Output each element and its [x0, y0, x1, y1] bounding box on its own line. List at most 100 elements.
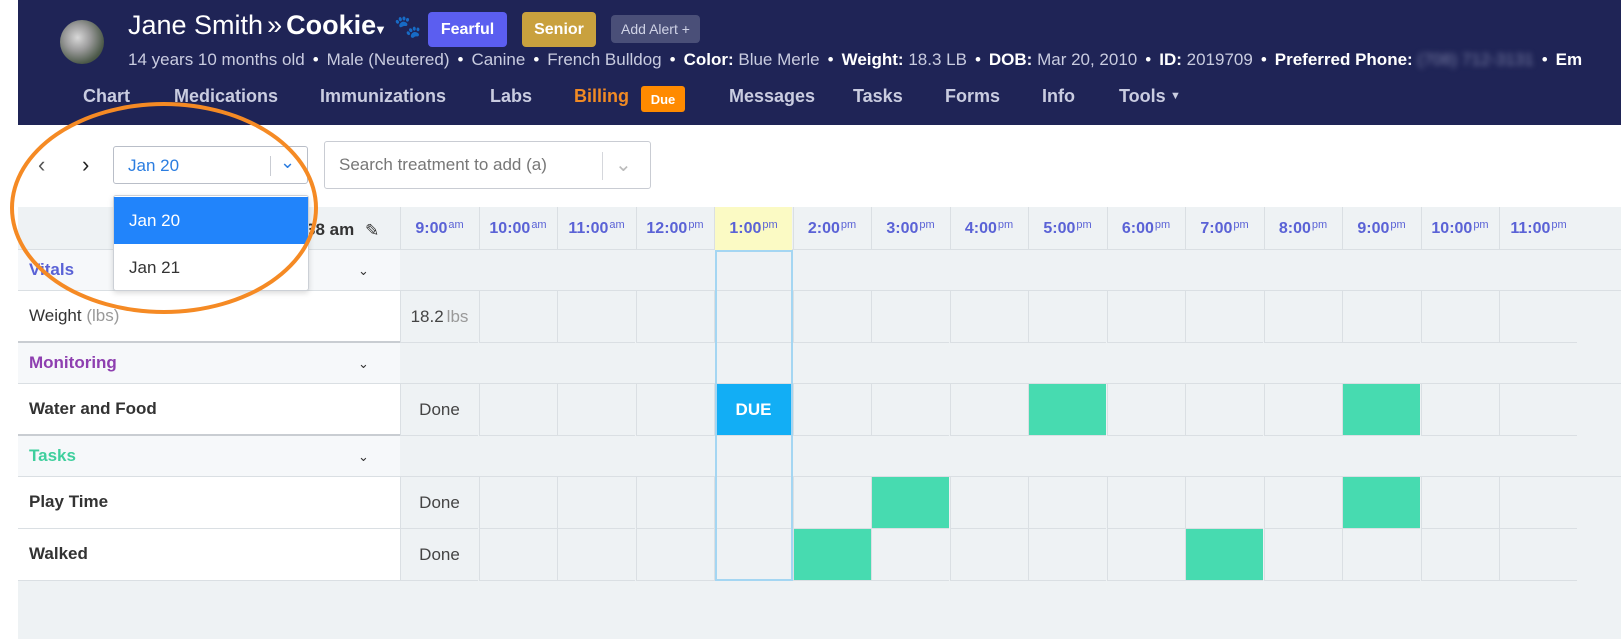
grid-cell[interactable]: [478, 291, 557, 343]
grid-cell[interactable]: [1106, 384, 1185, 436]
date-option-jan-21[interactable]: Jan 21: [114, 244, 308, 291]
grid-cell[interactable]: [1499, 291, 1577, 343]
done-cell[interactable]: Done: [400, 529, 478, 581]
pet-menu-chevron-down-icon[interactable]: ▼: [374, 22, 387, 37]
grid-cell[interactable]: [635, 291, 714, 343]
tools-chevron-down-icon[interactable]: ▼: [1170, 90, 1181, 102]
group-row-monitoring[interactable]: Monitoring ⌄: [18, 343, 400, 384]
grid-cell[interactable]: [1028, 477, 1106, 529]
chevron-down-icon[interactable]: ⌄: [280, 152, 295, 173]
edit-pencil-icon[interactable]: ✎: [365, 221, 379, 241]
grid-cell[interactable]: [792, 529, 871, 581]
date-option-jan-20[interactable]: Jan 20: [114, 197, 308, 244]
grid-cell[interactable]: [949, 477, 1028, 529]
grid-cell[interactable]: [1342, 384, 1420, 436]
row-walked[interactable]: Walked: [18, 529, 400, 581]
pet-name[interactable]: Cookie: [286, 10, 376, 40]
weight-value: 18.2: [410, 306, 444, 326]
grid-cell[interactable]: [1420, 477, 1499, 529]
grid-cell[interactable]: [557, 291, 635, 343]
grid-cell[interactable]: [871, 291, 949, 343]
add-alert-button[interactable]: Add Alert +: [611, 15, 700, 43]
grid-cell[interactable]: [714, 291, 792, 343]
grid-cell[interactable]: [1499, 529, 1577, 581]
grid-cell[interactable]: [478, 529, 557, 581]
grid-cell[interactable]: [1185, 477, 1263, 529]
grid-cell[interactable]: [1106, 291, 1185, 343]
grid-cell[interactable]: [714, 529, 792, 581]
grid-cell[interactable]: [1499, 477, 1577, 529]
grid-cell[interactable]: [1263, 291, 1342, 343]
grid-cell[interactable]: [1185, 384, 1263, 436]
tab-tools[interactable]: Tools: [1119, 86, 1166, 107]
due-cell[interactable]: DUE: [714, 384, 792, 436]
row-play-time[interactable]: Play Time: [18, 477, 400, 529]
grid-cell[interactable]: [557, 384, 635, 436]
grid-cell[interactable]: [1185, 291, 1263, 343]
grid-cell[interactable]: [1263, 477, 1342, 529]
grid-cell[interactable]: [1185, 529, 1263, 581]
tab-info[interactable]: Info: [1042, 86, 1075, 107]
grid-cell[interactable]: [1028, 291, 1106, 343]
grid-cell[interactable]: [635, 529, 714, 581]
fearful-badge[interactable]: Fearful: [428, 12, 507, 47]
paw-icon[interactable]: 🐾: [394, 14, 421, 40]
tab-tasks[interactable]: Tasks: [853, 86, 903, 107]
tab-immunizations[interactable]: Immunizations: [320, 86, 446, 107]
done-cell[interactable]: Done: [400, 477, 478, 529]
row-water-food[interactable]: Water and Food: [18, 384, 400, 436]
tab-messages[interactable]: Messages: [729, 86, 815, 107]
grid-cell[interactable]: [478, 477, 557, 529]
tab-labs[interactable]: Labs: [490, 86, 532, 107]
grid-cell[interactable]: [1342, 529, 1420, 581]
grid-cell[interactable]: [1263, 384, 1342, 436]
grid-cell[interactable]: [1028, 384, 1106, 436]
grid-cell[interactable]: [1263, 529, 1342, 581]
group-row-tasks[interactable]: Tasks ⌄: [18, 436, 400, 477]
grid-cell[interactable]: [792, 291, 871, 343]
grid-cell[interactable]: [871, 384, 949, 436]
grid-cell[interactable]: [1342, 477, 1420, 529]
time-hour: 9:00: [415, 219, 448, 237]
grid-cell[interactable]: [871, 477, 949, 529]
grid-cell[interactable]: [635, 384, 714, 436]
grid-cell[interactable]: [1106, 477, 1185, 529]
grid-cell[interactable]: [1106, 529, 1185, 581]
grid-cell[interactable]: [949, 529, 1028, 581]
tab-chart[interactable]: Chart: [83, 86, 130, 107]
grid-cell[interactable]: [1420, 529, 1499, 581]
grid-cell[interactable]: [1420, 384, 1499, 436]
monitoring-chevron-down-icon[interactable]: ⌄: [358, 356, 369, 372]
treatment-search-input[interactable]: Search treatment to add (a) ⌄: [324, 141, 651, 189]
grid-cell[interactable]: [1028, 529, 1106, 581]
grid-cell[interactable]: [792, 384, 871, 436]
time-hour: 5:00: [1043, 219, 1076, 237]
grid-cell[interactable]: [557, 477, 635, 529]
owner-name[interactable]: Jane Smith: [128, 10, 263, 40]
grid-cell[interactable]: [792, 477, 871, 529]
row-weight[interactable]: Weight (lbs): [18, 291, 400, 343]
grid-cell[interactable]: [714, 477, 792, 529]
grid-cell[interactable]: [949, 291, 1028, 343]
grid-cell[interactable]: [635, 477, 714, 529]
weight-value-cell[interactable]: 18.2 lbs: [400, 291, 478, 343]
grid-cell[interactable]: [1420, 291, 1499, 343]
vitals-chevron-down-icon[interactable]: ⌄: [358, 263, 369, 279]
next-day-chevron-right-icon[interactable]: ›: [82, 152, 89, 178]
grid-cell[interactable]: [1499, 384, 1577, 436]
pet-avatar[interactable]: [60, 20, 104, 64]
grid-cell[interactable]: [949, 384, 1028, 436]
senior-badge[interactable]: Senior: [522, 12, 596, 47]
tab-billing[interactable]: Billing: [574, 86, 629, 107]
done-cell[interactable]: Done: [400, 384, 478, 436]
tab-forms[interactable]: Forms: [945, 86, 1000, 107]
grid-cell[interactable]: [1342, 291, 1420, 343]
grid-cell[interactable]: [478, 384, 557, 436]
previous-day-chevron-left-icon[interactable]: ‹: [38, 152, 45, 178]
grid-cell[interactable]: [871, 529, 949, 581]
grid-cell[interactable]: [557, 529, 635, 581]
tasks-chevron-down-icon[interactable]: ⌄: [358, 449, 369, 465]
tab-medications[interactable]: Medications: [174, 86, 278, 107]
date-select[interactable]: Jan 20 ⌄: [113, 146, 308, 184]
search-chevron-down-icon[interactable]: ⌄: [615, 152, 632, 177]
